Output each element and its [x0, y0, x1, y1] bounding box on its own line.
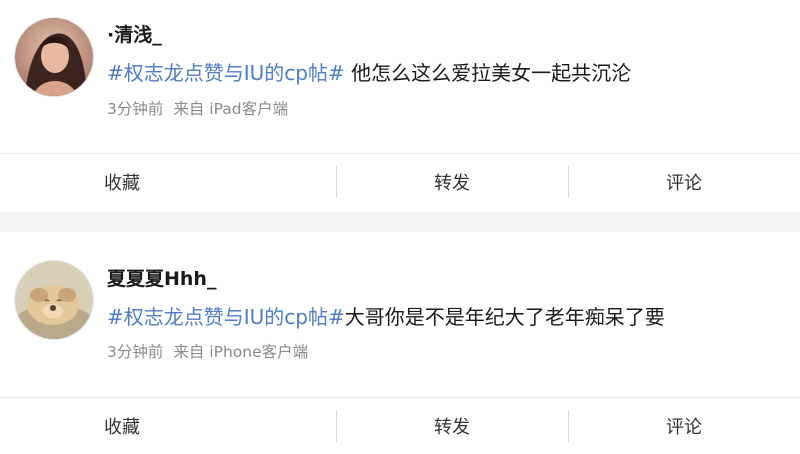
comment-button[interactable]: 评论: [568, 398, 800, 454]
avatar[interactable]: [14, 260, 94, 340]
post-source: 来自 iPad客户端: [173, 100, 289, 118]
avatar-dog-icon: [15, 261, 93, 339]
hashtag-link[interactable]: #权志龙点赞与IU的cp帖#: [107, 61, 345, 85]
username[interactable]: ·清浅_: [107, 20, 162, 47]
post-text: 大哥你是不是年纪大了老年痴呆了要: [344, 305, 665, 329]
avatar[interactable]: [14, 17, 94, 97]
post-time: 3分钟前: [107, 100, 164, 118]
repost-button[interactable]: 转发: [336, 154, 568, 210]
post-content: #权志龙点赞与IU的cp帖# 他怎么这么爱拉美女一起共沉沦: [107, 57, 631, 86]
post-action-bar: 收藏 转发 评论: [0, 397, 800, 454]
post-card: 夏夏夏Hhh_ #权志龙点赞与IU的cp帖#大哥你是不是年纪大了老年痴呆了要 3…: [0, 232, 800, 454]
post-content: #权志龙点赞与IU的cp帖#大哥你是不是年纪大了老年痴呆了要: [107, 301, 665, 330]
hashtag-link[interactable]: #权志龙点赞与IU的cp帖#: [107, 305, 345, 329]
avatar-photo-icon: [15, 18, 93, 96]
post-source: 来自 iPhone客户端: [173, 343, 309, 361]
post-text: 他怎么这么爱拉美女一起共沉沦: [344, 61, 632, 85]
comment-button[interactable]: 评论: [568, 154, 800, 210]
favorite-button[interactable]: 收藏: [0, 154, 336, 210]
repost-button[interactable]: 转发: [336, 398, 568, 454]
post-meta: 3分钟前 来自 iPhone客户端: [107, 340, 308, 362]
weibo-feed: ·清浅_ #权志龙点赞与IU的cp帖# 他怎么这么爱拉美女一起共沉沦 3分钟前来…: [0, 0, 800, 454]
favorite-button[interactable]: 收藏: [0, 398, 336, 454]
post-card: ·清浅_ #权志龙点赞与IU的cp帖# 他怎么这么爱拉美女一起共沉沦 3分钟前来…: [0, 0, 800, 212]
post-action-bar: 收藏 转发 评论: [0, 153, 800, 210]
username[interactable]: 夏夏夏Hhh_: [107, 264, 216, 291]
post-meta: 3分钟前 来自 iPad客户端: [107, 97, 288, 119]
post-time: 3分钟前: [107, 343, 164, 361]
